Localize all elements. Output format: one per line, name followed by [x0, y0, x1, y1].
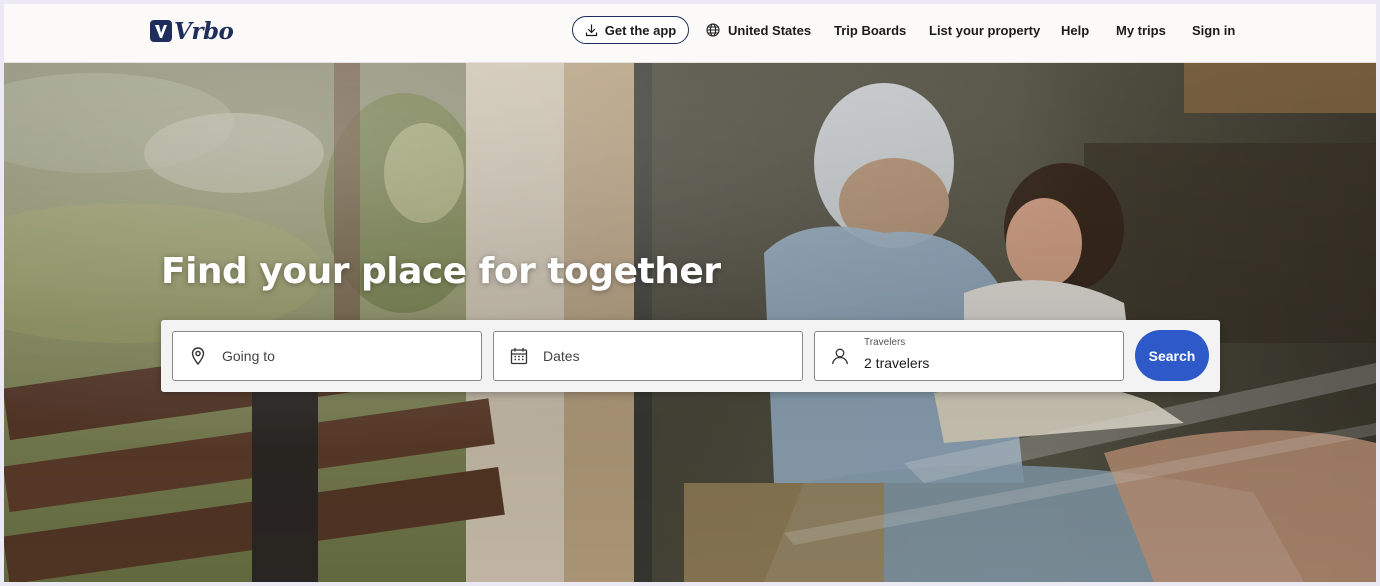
- search-form: Going to Dates Travelers 2 travelers Sea…: [161, 320, 1220, 392]
- globe-icon: [706, 23, 720, 37]
- top-header: Vrbo Get the app United States Trip Boar…: [4, 4, 1376, 63]
- dates-field[interactable]: Dates: [493, 331, 803, 381]
- calendar-icon: [510, 348, 528, 365]
- nav-sign-in[interactable]: Sign in: [1192, 16, 1235, 44]
- search-button[interactable]: Search: [1135, 330, 1209, 381]
- get-the-app-label: Get the app: [604, 22, 677, 38]
- map-pin-icon: [191, 347, 205, 366]
- vrbo-homepage: Vrbo Get the app United States Trip Boar…: [4, 4, 1376, 582]
- nav-my-trips[interactable]: My trips: [1116, 16, 1166, 44]
- destination-field[interactable]: Going to: [172, 331, 482, 381]
- region-selector[interactable]: United States: [706, 16, 811, 44]
- person-icon: [831, 348, 849, 365]
- vrbo-logo[interactable]: Vrbo: [150, 17, 234, 45]
- logo-wordmark: Vrbo: [174, 17, 234, 45]
- nav-help[interactable]: Help: [1061, 16, 1089, 44]
- hero-banner: Find your place for together Going to Da…: [4, 63, 1376, 582]
- travelers-value: 2 travelers: [864, 355, 930, 371]
- get-the-app-button[interactable]: Get the app: [572, 16, 689, 44]
- logo-mark-icon: [150, 20, 172, 42]
- hero-title: Find your place for together: [161, 251, 721, 292]
- dates-placeholder: Dates: [543, 348, 580, 364]
- download-icon: [585, 23, 597, 36]
- nav-trip-boards[interactable]: Trip Boards: [834, 16, 906, 44]
- nav-list-your-property[interactable]: List your property: [929, 16, 1040, 44]
- destination-placeholder: Going to: [222, 348, 275, 364]
- region-label: United States: [728, 22, 812, 38]
- travelers-label: Travelers: [864, 337, 906, 348]
- travelers-field[interactable]: Travelers 2 travelers: [814, 331, 1124, 381]
